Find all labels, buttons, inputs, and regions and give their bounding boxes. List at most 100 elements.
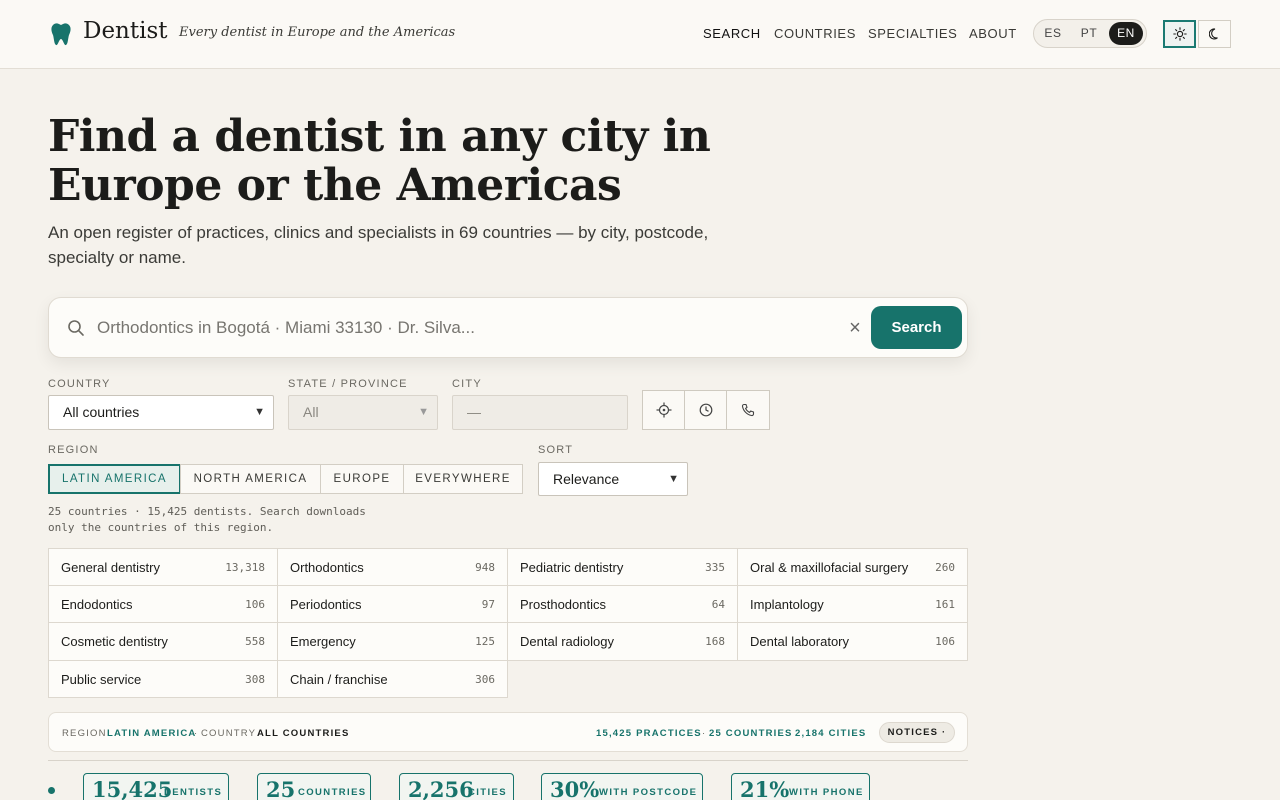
country-select[interactable]: All countries ▼ <box>48 395 274 430</box>
specialty-count: 308 <box>245 672 265 686</box>
locate-button[interactable] <box>642 390 685 430</box>
brand-tagline: Every dentist in Europe and the Americas <box>179 25 456 40</box>
specialty-item[interactable]: Endodontics 106 <box>48 585 278 623</box>
stat-number: 15,425 <box>92 777 173 800</box>
status-separator: · <box>194 728 199 739</box>
stat-label: COUNTRIES <box>298 787 367 798</box>
stat-with-postcode: 30% WITH POSTCODE <box>541 773 703 800</box>
clock-icon <box>699 403 712 417</box>
region-everywhere[interactable]: EVERYWHERE <box>403 464 523 494</box>
specialty-name: General dentistry <box>61 560 160 575</box>
city-field-value: — <box>467 404 481 420</box>
light-theme-button[interactable] <box>1163 20 1196 48</box>
specialty-item[interactable]: Oral & maxillofacial surgery 260 <box>738 548 968 586</box>
page-subtitle: An open register of practices, clinics a… <box>48 223 709 267</box>
notices-button[interactable]: NOTICES · <box>879 722 955 743</box>
region-label: REGION <box>48 444 99 456</box>
specialty-count: 64 <box>711 597 725 611</box>
specialty-count: 106 <box>935 635 955 648</box>
specialty-grid: General dentistry 13,318 Orthodontics 948 Pe… <box>48 548 968 698</box>
stat-label: WITH PHONE <box>789 787 864 798</box>
specialty-count: 948 <box>475 561 495 574</box>
specialty-item[interactable]: Implantology 161 <box>738 585 968 623</box>
state-select[interactable]: All ▼ <box>288 395 438 430</box>
close-icon[interactable]: × <box>846 316 864 340</box>
status-country-value: ALL COUNTRIES <box>257 728 350 739</box>
region-latin-america[interactable]: LATIN AMERICA <box>48 464 181 494</box>
specialty-item[interactable]: Emergency 125 <box>278 623 508 661</box>
specialty-count: 13,318 <box>225 561 265 574</box>
sort-select[interactable]: Relevance ▼ <box>538 462 688 496</box>
specialty-count: 260 <box>935 561 955 574</box>
status-region-value: LATIN AMERICA <box>107 728 197 739</box>
region-north-america[interactable]: NORTH AMERICA <box>180 464 321 494</box>
moon-icon <box>1208 28 1218 40</box>
specialty-item[interactable]: Cosmetic dentistry 558 <box>48 623 278 661</box>
status-country-key: COUNTRY <box>201 728 257 739</box>
phone-filter-button[interactable] <box>726 390 770 430</box>
specialty-item[interactable]: Dental radiology 168 <box>508 623 738 661</box>
open-now-button[interactable] <box>684 390 727 430</box>
specialty-name: Public service <box>61 671 142 687</box>
specialty-item[interactable]: Prosthodontics 64 <box>508 585 738 623</box>
nav-countries[interactable]: COUNTRIES <box>774 26 856 41</box>
status-countries: 25 COUNTRIES <box>709 728 793 739</box>
state-label: STATE / PROVINCE <box>288 378 408 390</box>
city-label: CITY <box>452 378 482 390</box>
status-separator: · <box>702 728 707 739</box>
language-switcher: ES PT EN <box>1033 19 1147 48</box>
specialty-count: 335 <box>705 561 725 574</box>
sun-icon <box>1172 27 1187 41</box>
status-cities: 2,184 CITIES <box>795 728 867 739</box>
city-field[interactable]: — <box>452 395 628 430</box>
top-bar: Dentist Every dentist in Europe and the … <box>0 0 1280 69</box>
specialty-count: 97 <box>481 597 495 611</box>
lang-es[interactable]: ES <box>1038 22 1068 45</box>
divider <box>48 760 968 761</box>
chevron-down-icon: ▼ <box>668 473 679 485</box>
specialty-name: Emergency <box>290 634 356 649</box>
stat-label: WITH POSTCODE <box>599 787 698 798</box>
specialty-name: Oral & maxillofacial surgery <box>750 560 909 575</box>
specialty-item[interactable]: Pediatric dentistry 335 <box>508 548 738 586</box>
stat-number: 25 <box>266 777 296 800</box>
stat-with-phone: 21% WITH PHONE <box>731 773 870 800</box>
stat-number: 2,256 <box>408 777 474 800</box>
search-input[interactable] <box>97 316 837 340</box>
lang-en[interactable]: EN <box>1109 22 1143 45</box>
specialty-item[interactable]: Orthodontics 948 <box>278 548 508 586</box>
lang-pt[interactable]: PT <box>1073 22 1105 45</box>
specialty-name: Periodontics <box>290 596 362 612</box>
specialty-item[interactable]: Dental laboratory 106 <box>738 623 968 661</box>
status-region-key: REGION <box>62 728 107 739</box>
specialty-count: 306 <box>475 672 495 686</box>
live-indicator <box>48 787 55 794</box>
status-practices: 15,425 PRACTICES <box>596 728 702 739</box>
search-bar: × Search <box>48 297 968 358</box>
chevron-down-icon: ▼ <box>254 406 265 418</box>
stat-label: CITIES <box>468 787 508 798</box>
page-title: Find a dentist in any city in Europe or … <box>48 111 711 211</box>
nav-specialties[interactable]: SPECIALTIES <box>868 26 957 41</box>
brand-name[interactable]: Dentist <box>83 18 168 44</box>
specialty-item[interactable]: Chain / franchise 306 <box>278 660 508 698</box>
region-europe[interactable]: EUROPE <box>320 464 404 494</box>
stat-label: DENTISTS <box>164 787 223 798</box>
nav-search[interactable]: SEARCH <box>703 26 761 41</box>
specialty-item[interactable]: Periodontics 97 <box>278 585 508 623</box>
specialty-item[interactable]: Public service 308 <box>48 660 278 698</box>
nav-about[interactable]: ABOUT <box>969 26 1017 41</box>
stat-cities: 2,256 CITIES <box>399 773 514 800</box>
specialty-name: Implantology <box>750 596 824 612</box>
chevron-down-icon: ▼ <box>418 406 429 418</box>
specialty-name: Cosmetic dentistry <box>61 634 168 649</box>
specialty-count: 106 <box>245 597 265 611</box>
dark-theme-button[interactable] <box>1198 20 1231 48</box>
specialty-item[interactable]: General dentistry 13,318 <box>48 548 278 586</box>
country-select-value: All countries <box>63 404 140 420</box>
tooth-icon <box>51 23 71 46</box>
specialty-name: Dental radiology <box>520 634 614 649</box>
specialty-name: Pediatric dentistry <box>520 560 624 575</box>
search-button[interactable]: Search <box>871 306 962 349</box>
stat-number: 21% <box>740 777 790 800</box>
